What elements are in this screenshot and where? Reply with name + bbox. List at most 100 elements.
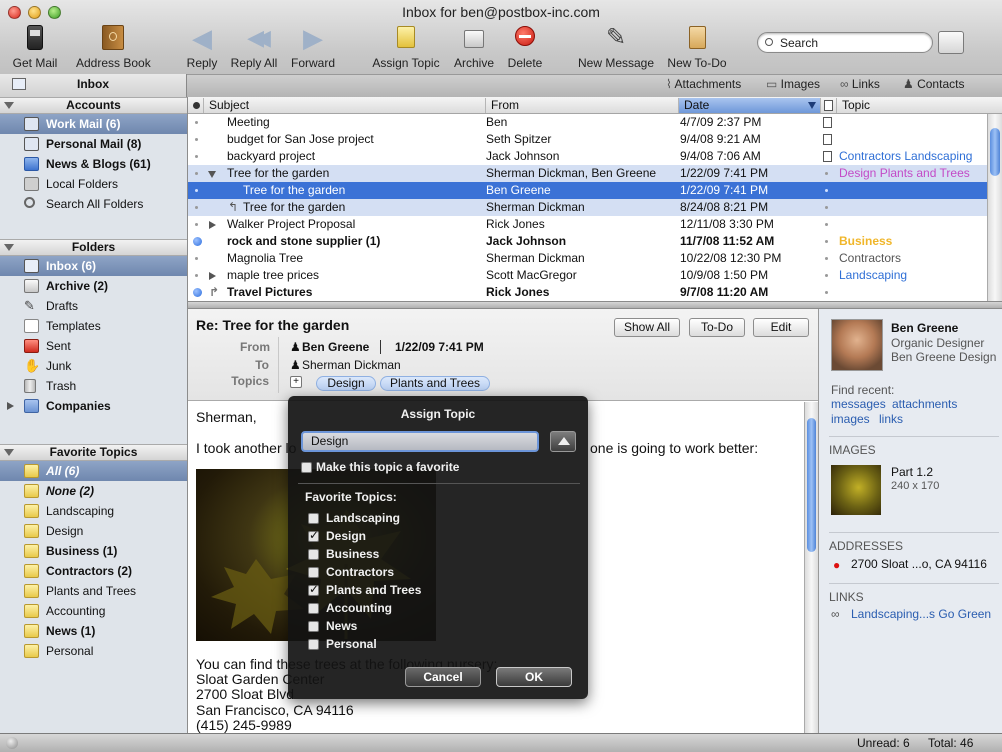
todo-dot-icon[interactable] — [825, 274, 828, 277]
thread-expanded-icon[interactable] — [208, 171, 216, 178]
ok-button[interactable]: OK — [496, 667, 572, 687]
tab-contacts[interactable]: ♟ Contacts — [903, 77, 964, 91]
reply-button[interactable]: ◀ Reply — [186, 24, 218, 70]
message-row[interactable]: Magnolia Tree Sherman Dickman 10/22/08 12:… — [188, 250, 988, 267]
message-row[interactable]: backyard project Jack Johnson 9/4/08 7:06 … — [188, 148, 988, 165]
new-todo-button[interactable]: New To-Do — [664, 24, 730, 70]
sidebar-topic-design[interactable]: Design — [0, 521, 187, 541]
scrollbar-thumb[interactable] — [990, 128, 1000, 176]
sidebar-topic-none[interactable]: None (2) — [0, 481, 187, 501]
message-row-selected[interactable]: Tree for the garden Ben Greene 1/22/09 7:4… — [188, 182, 988, 199]
sidebar-item-inbox[interactable]: Inbox (6) — [0, 256, 187, 276]
sidebar-topic-accounting[interactable]: Accounting — [0, 601, 187, 621]
sidebar-topic-plants-trees[interactable]: Plants and Trees — [0, 581, 187, 601]
topic-checkbox-design[interactable] — [308, 528, 319, 542]
topic-checkbox-accounting[interactable] — [308, 603, 319, 614]
todo-dot-icon[interactable] — [825, 172, 828, 175]
todo-icon[interactable] — [823, 151, 832, 162]
topic-checkbox-contractors[interactable] — [308, 567, 319, 578]
topic-pill-design[interactable]: Design — [316, 376, 376, 391]
find-images-link[interactable]: images — [831, 412, 870, 426]
pane-splitter[interactable] — [188, 301, 1002, 309]
sidebar-item-companies[interactable]: Companies — [0, 396, 187, 416]
column-subject[interactable]: Subject — [203, 98, 485, 113]
column-date[interactable]: Date — [678, 98, 820, 113]
message-thread-row[interactable]: Tree for the garden Sherman Dickman, Ben … — [188, 165, 988, 182]
recipient-name[interactable]: Sherman Dickman — [302, 358, 401, 372]
reply-all-button[interactable]: ◀◀ Reply All — [228, 24, 280, 70]
topic-checkbox-business[interactable] — [308, 549, 319, 560]
sidebar-topic-news[interactable]: News (1) — [0, 621, 187, 641]
topic-name-input[interactable]: Design — [301, 431, 539, 452]
find-links-link[interactable]: links — [879, 412, 903, 426]
edit-button[interactable]: Edit — [753, 318, 809, 337]
sidebar-item-personal-mail[interactable]: Personal Mail (8) — [0, 134, 187, 154]
contact-link[interactable]: Landscaping...s Go Green — [851, 607, 991, 621]
unread-dot-icon[interactable] — [193, 288, 202, 297]
column-from[interactable]: From — [485, 98, 678, 113]
todo-dot-icon[interactable] — [825, 206, 828, 209]
topic-checkbox-personal[interactable] — [308, 639, 319, 650]
message-row-unread[interactable]: ↱ Travel Pictures Rick Jones 9/7/08 11:20 A… — [188, 284, 988, 301]
cancel-button[interactable]: Cancel — [405, 667, 481, 687]
find-messages-link[interactable]: messages — [831, 397, 886, 411]
add-topic-icon[interactable]: + — [290, 376, 302, 388]
accounts-header[interactable]: Accounts — [0, 97, 187, 114]
address-book-button[interactable]: Address Book — [76, 24, 151, 70]
todo-icon[interactable] — [823, 117, 832, 128]
favorite-topics-header[interactable]: Favorite Topics — [0, 444, 187, 461]
avatar[interactable] — [831, 319, 883, 371]
todo-dot-icon[interactable] — [825, 240, 828, 243]
search-options-button[interactable] — [938, 31, 964, 54]
sidebar-item-search-all[interactable]: Search All Folders — [0, 194, 187, 214]
assign-topic-button[interactable]: Assign Topic — [370, 24, 442, 70]
todo-dot-icon[interactable] — [825, 291, 828, 294]
sidebar-item-news-blogs[interactable]: News & Blogs (61) — [0, 154, 187, 174]
unread-dot-icon[interactable] — [193, 237, 202, 246]
image-thumbnail[interactable] — [831, 465, 881, 515]
tab-links[interactable]: ∞ Links — [840, 77, 880, 91]
message-row[interactable]: budget for San Jose project Seth Spitzer 9… — [188, 131, 988, 148]
sidebar-topic-all[interactable]: All (6) — [0, 461, 187, 481]
todo-dot-icon[interactable] — [825, 223, 828, 226]
folders-header[interactable]: Folders — [0, 239, 187, 256]
archive-button[interactable]: Archive — [452, 24, 496, 70]
column-todo[interactable] — [820, 98, 836, 113]
get-mail-button[interactable]: Get Mail — [8, 24, 62, 70]
thread-collapsed-icon[interactable] — [209, 272, 216, 280]
tab-attachments[interactable]: ⌇ Attachments — [666, 77, 741, 91]
new-message-button[interactable]: ✎ New Message — [578, 24, 654, 70]
thread-collapsed-icon[interactable] — [209, 221, 216, 229]
sidebar-item-work-mail[interactable]: Work Mail (6) — [0, 114, 187, 134]
sidebar-item-local-folders[interactable]: Local Folders — [0, 174, 187, 194]
find-attachments-link[interactable]: attachments — [892, 397, 957, 411]
message-row-unread[interactable]: rock and stone supplier (1) Jack Johnson 1… — [188, 233, 988, 250]
delete-button[interactable]: Delete — [504, 24, 546, 70]
tab-images[interactable]: ▭ Images — [766, 77, 820, 91]
sidebar-item-sent[interactable]: Sent — [0, 336, 187, 356]
favorite-checkbox[interactable] — [301, 462, 312, 473]
unread-column-icon[interactable] — [193, 102, 200, 109]
tab-inbox[interactable]: Inbox — [0, 74, 187, 97]
message-row[interactable]: ↰ Tree for the garden Sherman Dickman 8/24/… — [188, 199, 988, 216]
sidebar-topic-contractors[interactable]: Contractors (2) — [0, 561, 187, 581]
show-all-button[interactable]: Show All — [614, 318, 680, 337]
column-topic[interactable]: Topic — [836, 98, 1002, 113]
sidebar-item-archive[interactable]: Archive (2) — [0, 276, 187, 296]
image-name[interactable]: Part 1.2 — [891, 465, 933, 479]
message-row[interactable]: Meeting Ben 4/7/09 2:37 PM — [188, 114, 988, 131]
sidebar-item-templates[interactable]: Templates — [0, 316, 187, 336]
topic-checkbox-landscaping[interactable] — [308, 513, 319, 524]
sidebar-item-trash[interactable]: Trash — [0, 376, 187, 396]
sidebar-topic-personal[interactable]: Personal — [0, 641, 187, 661]
disclosure-triangle-icon[interactable] — [7, 402, 14, 410]
sidebar-item-drafts[interactable]: ✎ Drafts — [0, 296, 187, 316]
topic-checkbox-plants-trees[interactable] — [308, 582, 319, 596]
topic-pill-plants-trees[interactable]: Plants and Trees — [380, 376, 490, 391]
todo-dot-icon[interactable] — [825, 257, 828, 260]
message-list-scrollbar[interactable] — [987, 114, 1002, 301]
message-row[interactable]: maple tree prices Scott MacGregor 10/9/08 … — [188, 267, 988, 284]
message-body-scrollbar[interactable] — [804, 402, 818, 733]
search-input[interactable]: Search — [757, 32, 933, 53]
scrollbar-thumb[interactable] — [807, 418, 816, 552]
